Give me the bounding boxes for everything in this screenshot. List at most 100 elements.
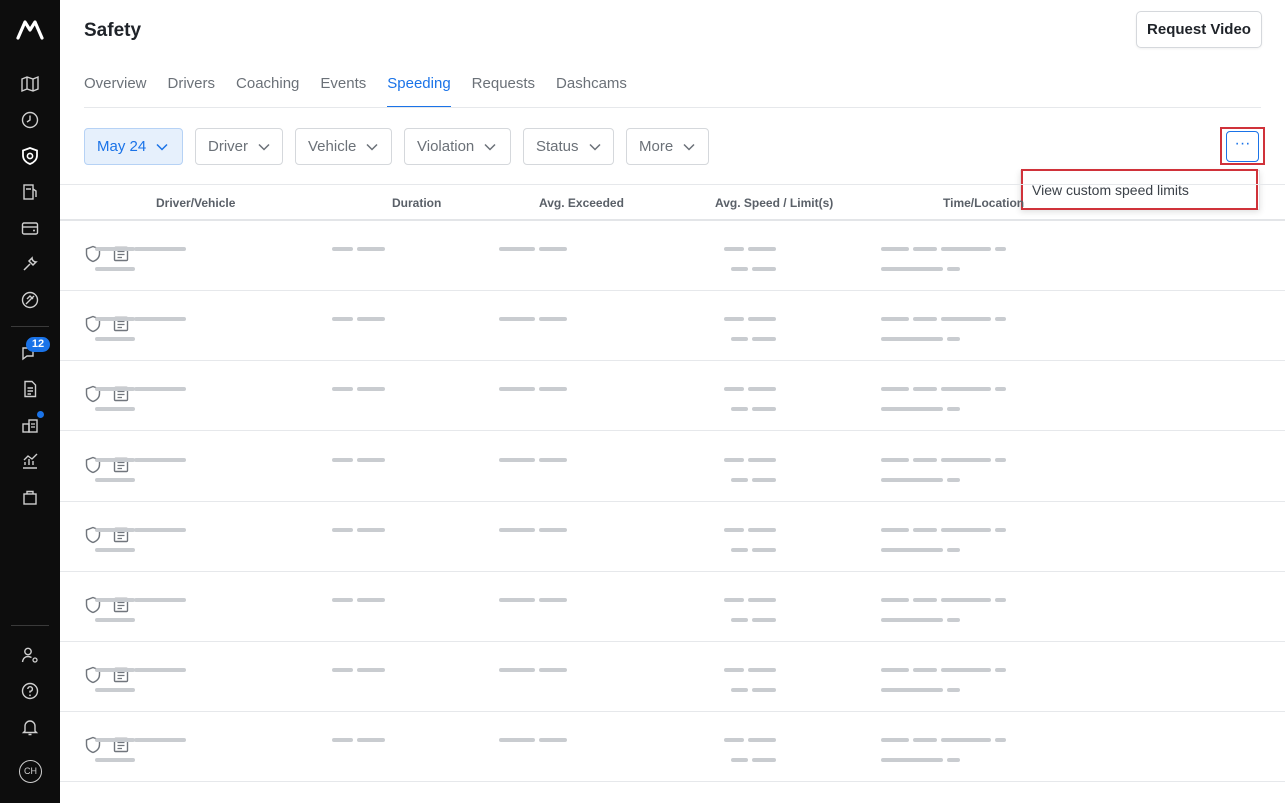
- skeleton-placeholder: [134, 668, 186, 673]
- tab-speeding[interactable]: Speeding: [387, 74, 452, 108]
- bell-icon[interactable]: [19, 716, 41, 738]
- skeleton-placeholder: [332, 598, 353, 602]
- skeleton-placeholder: [752, 407, 776, 412]
- skeleton-placeholder: [332, 247, 353, 251]
- tab-requests[interactable]: Requests: [472, 74, 535, 108]
- skeleton-placeholder: [731, 688, 748, 693]
- shield-icon[interactable]: [19, 145, 41, 167]
- skeleton-placeholder: [995, 247, 1006, 251]
- clock-icon[interactable]: [19, 109, 41, 131]
- more-filter-label: More: [639, 138, 674, 155]
- wrench-icon[interactable]: [19, 253, 41, 275]
- logo-icon[interactable]: [15, 18, 45, 42]
- table-row[interactable]: [60, 361, 1285, 432]
- skeleton-placeholder: [947, 407, 960, 412]
- skeleton-placeholder: [941, 598, 991, 602]
- skeleton-placeholder: [357, 247, 385, 251]
- chevron-down-icon: [484, 143, 496, 151]
- tabs-divider: [84, 107, 1261, 108]
- more-filter[interactable]: More: [626, 128, 709, 165]
- skeleton-placeholder: [748, 387, 776, 392]
- skeleton-placeholder: [539, 457, 567, 462]
- column-header-avg-speed-limit[interactable]: Avg. Speed / Limit(s): [715, 196, 833, 210]
- skeleton-placeholder: [913, 738, 937, 743]
- tab-events[interactable]: Events: [320, 74, 366, 108]
- skeleton-placeholder: [947, 477, 960, 482]
- skeleton-placeholder: [539, 738, 567, 743]
- skeleton-placeholder: [941, 387, 991, 392]
- vehicle-filter[interactable]: Vehicle: [295, 128, 392, 165]
- skeleton-placeholder: [947, 337, 960, 342]
- column-header-avg-exceeded[interactable]: Avg. Exceeded: [539, 196, 624, 210]
- skeleton-placeholder: [134, 598, 186, 602]
- skeleton-placeholder: [947, 267, 960, 271]
- column-header-time-location[interactable]: Time/Location: [943, 196, 1024, 210]
- column-header-driver-vehicle[interactable]: Driver/Vehicle: [156, 196, 235, 210]
- tab-drivers[interactable]: Drivers: [168, 74, 216, 108]
- wallet-icon[interactable]: [19, 217, 41, 239]
- date-filter-label: May 24: [97, 138, 147, 155]
- skeleton-placeholder: [134, 317, 186, 322]
- driver-filter-label: Driver: [208, 138, 248, 155]
- skeleton-placeholder: [881, 387, 909, 392]
- skeleton-placeholder: [724, 247, 744, 251]
- skeleton-placeholder: [332, 738, 353, 743]
- bag-icon[interactable]: [19, 486, 41, 508]
- skeleton-placeholder: [357, 457, 385, 462]
- violation-filter[interactable]: Violation: [404, 128, 511, 165]
- status-filter[interactable]: Status: [523, 128, 614, 165]
- skeleton-placeholder: [881, 317, 909, 322]
- skeleton-placeholder: [748, 317, 776, 322]
- skeleton-placeholder: [913, 317, 937, 322]
- skeleton-placeholder: [95, 457, 135, 462]
- skeleton-placeholder: [95, 247, 135, 251]
- skeleton-placeholder: [941, 738, 991, 743]
- skeleton-placeholder: [881, 547, 943, 552]
- request-video-button[interactable]: Request Video: [1136, 11, 1262, 48]
- table-row[interactable]: [60, 572, 1285, 642]
- skeleton-placeholder: [332, 668, 353, 673]
- skeleton-placeholder: [881, 527, 909, 532]
- skeleton-placeholder: [752, 688, 776, 693]
- skeleton-placeholder: [748, 738, 776, 743]
- driver-filter[interactable]: Driver: [195, 128, 283, 165]
- tab-overview[interactable]: Overview: [84, 74, 147, 108]
- table-row[interactable]: [60, 221, 1285, 291]
- skeleton-placeholder: [881, 668, 909, 673]
- tab-coaching[interactable]: Coaching: [236, 74, 299, 108]
- skeleton-placeholder: [499, 317, 535, 322]
- date-filter[interactable]: May 24: [84, 128, 183, 165]
- compliance-icon[interactable]: [19, 289, 41, 311]
- skeleton-placeholder: [731, 337, 748, 342]
- skeleton-placeholder: [941, 247, 991, 251]
- skeleton-placeholder: [881, 267, 943, 271]
- document-icon[interactable]: [19, 378, 41, 400]
- skeleton-placeholder: [332, 317, 353, 322]
- user-settings-icon[interactable]: [19, 644, 41, 666]
- table-row[interactable]: [60, 432, 1285, 502]
- skeleton-placeholder: [95, 527, 135, 532]
- skeleton-placeholder: [724, 598, 744, 602]
- skeleton-placeholder: [881, 247, 909, 251]
- map-icon[interactable]: [19, 73, 41, 95]
- avatar[interactable]: CH: [19, 760, 42, 783]
- table-row[interactable]: [60, 291, 1285, 362]
- skeleton-placeholder: [539, 317, 567, 322]
- fuel-icon[interactable]: [19, 181, 41, 203]
- table-row[interactable]: [60, 502, 1285, 572]
- sidebar-divider: [11, 326, 49, 327]
- skeleton-placeholder: [941, 527, 991, 532]
- column-header-duration[interactable]: Duration: [392, 196, 441, 210]
- status-filter-label: Status: [536, 138, 579, 155]
- chevron-down-icon: [366, 143, 378, 151]
- skeleton-placeholder: [95, 267, 135, 271]
- skeleton-placeholder: [995, 598, 1006, 602]
- skeleton-placeholder: [95, 547, 135, 552]
- skeleton-placeholder: [724, 457, 744, 462]
- table-row[interactable]: [60, 642, 1285, 713]
- help-icon[interactable]: [19, 680, 41, 702]
- table-row[interactable]: [60, 712, 1285, 783]
- skeleton-placeholder: [134, 527, 186, 532]
- tab-dashcams[interactable]: Dashcams: [556, 74, 627, 108]
- analytics-icon[interactable]: [19, 450, 41, 472]
